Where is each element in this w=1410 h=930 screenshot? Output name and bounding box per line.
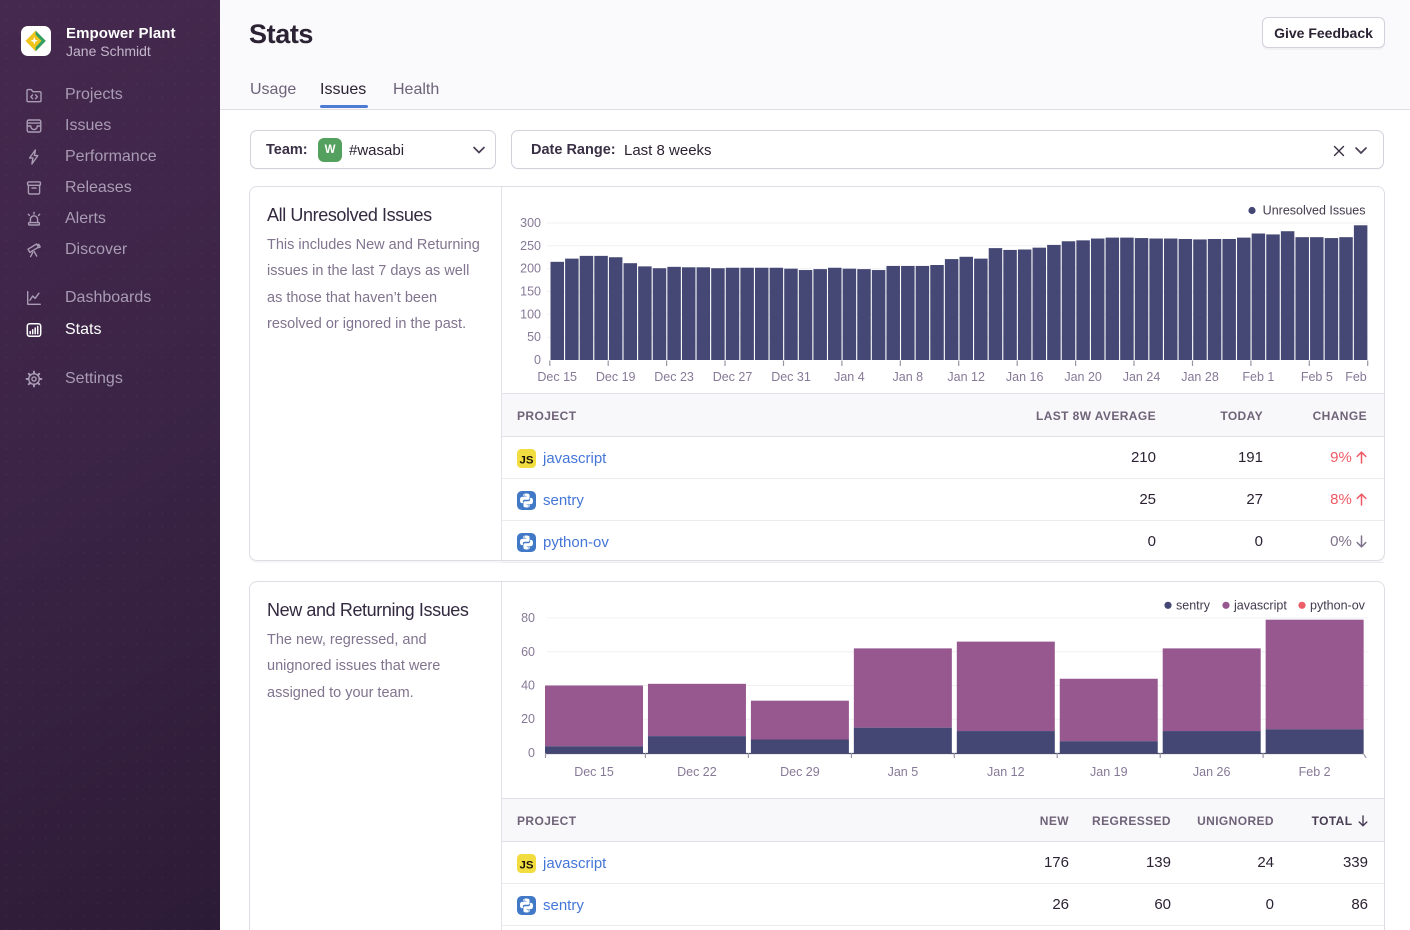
svg-text:40: 40 <box>521 679 535 693</box>
svg-text:80: 80 <box>521 611 535 625</box>
svg-text:0: 0 <box>528 746 535 760</box>
svg-text:250: 250 <box>520 239 541 253</box>
svg-text:Dec 27: Dec 27 <box>713 370 753 384</box>
svg-text:Dec 19: Dec 19 <box>596 370 636 384</box>
svg-text:Jan 20: Jan 20 <box>1064 370 1102 384</box>
svg-text:0: 0 <box>534 353 541 367</box>
svg-text:Jan 28: Jan 28 <box>1181 370 1219 384</box>
svg-text:Jan 12: Jan 12 <box>987 765 1025 779</box>
svg-text:Jan 16: Jan 16 <box>1006 370 1044 384</box>
svg-text:300: 300 <box>520 216 541 230</box>
svg-text:Jan 24: Jan 24 <box>1123 370 1161 384</box>
svg-text:100: 100 <box>520 307 541 321</box>
svg-text:JS: JS <box>520 859 534 871</box>
svg-text:Jan 26: Jan 26 <box>1193 765 1231 779</box>
svg-text:Dec 29: Dec 29 <box>780 765 820 779</box>
svg-text:Dec 31: Dec 31 <box>771 370 811 384</box>
svg-text:python-ov: python-ov <box>1310 598 1366 612</box>
svg-text:Dec 15: Dec 15 <box>574 765 614 779</box>
svg-text:200: 200 <box>520 262 541 276</box>
svg-text:Jan 5: Jan 5 <box>888 765 919 779</box>
svg-text:150: 150 <box>520 285 541 299</box>
svg-text:50: 50 <box>527 330 541 344</box>
svg-text:Feb 2: Feb 2 <box>1299 765 1331 779</box>
svg-text:javascript: javascript <box>1233 598 1287 612</box>
svg-text:Feb 1: Feb 1 <box>1242 370 1274 384</box>
svg-text:Unresolved Issues: Unresolved Issues <box>1263 204 1366 218</box>
svg-text:Dec 22: Dec 22 <box>677 765 717 779</box>
svg-text:60: 60 <box>521 645 535 659</box>
svg-text:Jan 19: Jan 19 <box>1090 765 1128 779</box>
svg-text:Dec 15: Dec 15 <box>537 370 577 384</box>
svg-text:Feb: Feb <box>1345 370 1367 384</box>
svg-text:Dec 23: Dec 23 <box>654 370 694 384</box>
svg-text:JS: JS <box>520 454 534 466</box>
svg-text:Jan 4: Jan 4 <box>834 370 865 384</box>
svg-text:Jan 12: Jan 12 <box>947 370 985 384</box>
svg-text:20: 20 <box>521 712 535 726</box>
svg-text:Feb 5: Feb 5 <box>1301 370 1333 384</box>
svg-text:Jan 8: Jan 8 <box>893 370 924 384</box>
svg-text:sentry: sentry <box>1176 598 1211 612</box>
